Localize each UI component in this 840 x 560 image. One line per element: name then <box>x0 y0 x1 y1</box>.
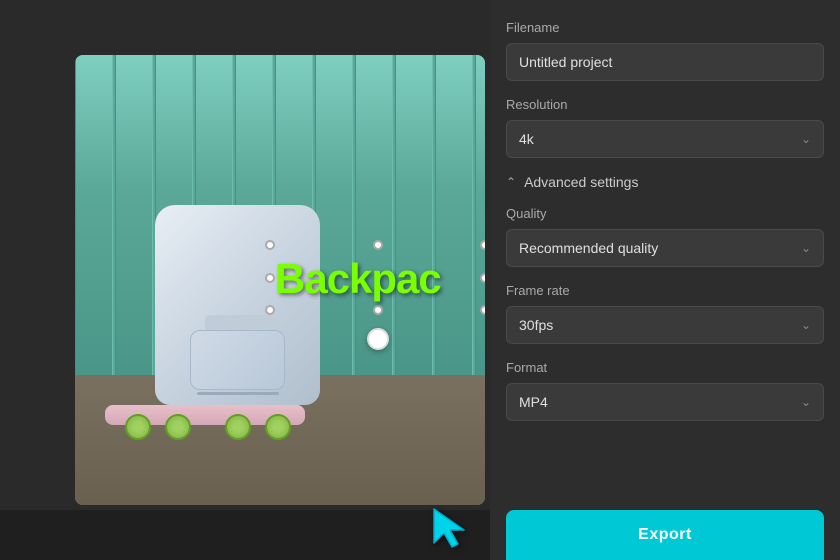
handle-bot-mid[interactable] <box>373 305 383 315</box>
quality-value: Recommended quality <box>519 240 658 256</box>
advanced-settings-label: Advanced settings <box>524 174 638 190</box>
video-preview: Backpac <box>75 55 485 505</box>
format-select[interactable]: MP4 ⌄ <box>506 383 824 421</box>
handle-bot-right[interactable] <box>480 305 485 315</box>
format-label: Format <box>506 360 824 375</box>
export-button[interactable]: Export <box>506 510 824 560</box>
filename-input[interactable] <box>506 43 824 81</box>
preview-area: Backpac <box>0 0 490 560</box>
text-overlay[interactable]: Backpac <box>275 255 441 303</box>
handle-top-mid[interactable] <box>373 240 383 250</box>
fields-container: Filename Resolution 4k ⌄ ⌃ Advanced sett… <box>506 20 824 560</box>
handle-bot-left[interactable] <box>265 305 275 315</box>
quality-select[interactable]: Recommended quality ⌄ <box>506 229 824 267</box>
format-value: MP4 <box>519 394 548 410</box>
framerate-select[interactable]: 30fps ⌄ <box>506 306 824 344</box>
filename-label: Filename <box>506 20 824 35</box>
resolution-select[interactable]: 4k ⌄ <box>506 120 824 158</box>
framerate-chevron-icon: ⌄ <box>801 318 811 332</box>
framerate-label: Frame rate <box>506 283 824 298</box>
handle-mid-left[interactable] <box>265 273 275 283</box>
handle-top-right[interactable] <box>480 240 485 250</box>
advanced-settings-toggle[interactable]: ⌃ Advanced settings <box>506 174 824 190</box>
framerate-value: 30fps <box>519 317 553 333</box>
resolution-value: 4k <box>519 131 534 147</box>
advanced-toggle-icon: ⌃ <box>506 175 516 189</box>
skateboard-object <box>105 400 305 440</box>
export-panel: Filename Resolution 4k ⌄ ⌃ Advanced sett… <box>490 0 840 560</box>
preview-bottom-bar <box>0 510 490 560</box>
format-chevron-icon: ⌄ <box>801 395 811 409</box>
rotate-handle[interactable] <box>367 328 389 350</box>
resolution-label: Resolution <box>506 97 824 112</box>
handle-top-left[interactable] <box>265 240 275 250</box>
handle-mid-right[interactable] <box>480 273 485 283</box>
resolution-chevron-icon: ⌄ <box>801 132 811 146</box>
quality-label: Quality <box>506 206 824 221</box>
quality-chevron-icon: ⌄ <box>801 241 811 255</box>
